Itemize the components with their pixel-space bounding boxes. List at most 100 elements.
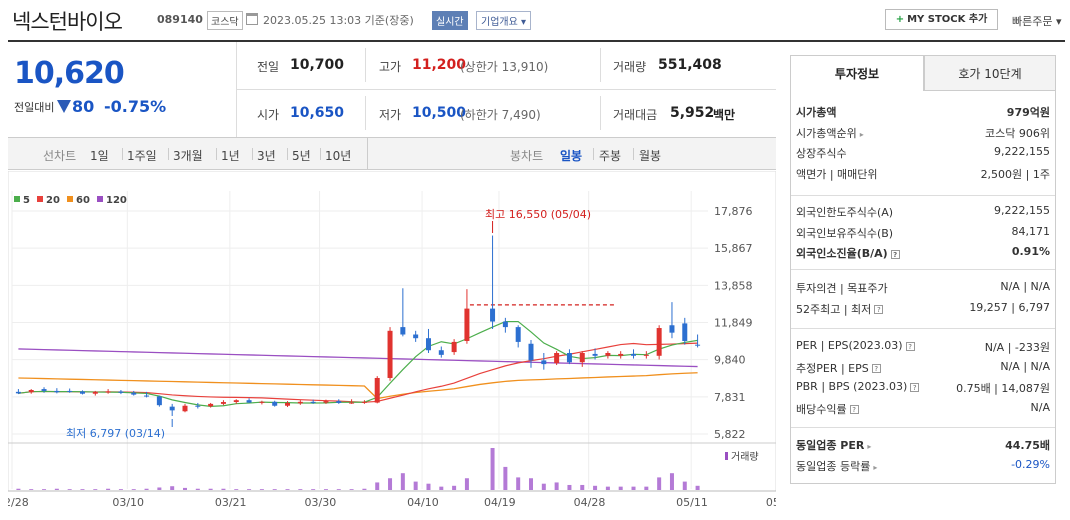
- volume-bar: [605, 486, 610, 490]
- y-tick-label: 9,840: [714, 354, 746, 367]
- period-1년[interactable]: 1년: [221, 147, 240, 164]
- help-icon[interactable]: ?: [890, 249, 900, 259]
- volume-bar: [29, 489, 34, 490]
- plus-icon: +: [895, 14, 905, 25]
- help-icon[interactable]: ?: [905, 341, 915, 351]
- help-icon[interactable]: ?: [910, 382, 920, 392]
- tab-order-book[interactable]: 호가 10단계: [924, 55, 1056, 91]
- volume-bar: [208, 488, 213, 490]
- volume-bar: [336, 489, 341, 490]
- candle-body: [246, 400, 252, 403]
- info-value: 9,222,155: [994, 145, 1050, 158]
- tab-investment-info[interactable]: 투자정보: [790, 55, 924, 91]
- open-label: 시가: [257, 108, 280, 122]
- period-3년[interactable]: 3년: [257, 147, 276, 164]
- volume-bar: [195, 488, 200, 490]
- period-separator: [320, 148, 321, 160]
- volume-bar: [323, 489, 328, 490]
- info-label: 액면가 | 매매단위: [796, 167, 878, 181]
- amount-unit: 백만: [713, 108, 736, 122]
- info-label: 시가총액순위 ▸: [796, 126, 864, 140]
- candle-body: [490, 308, 496, 322]
- candle-body: [631, 353, 637, 356]
- chevron-right-icon[interactable]: ▸: [873, 463, 877, 472]
- candle-body: [554, 353, 560, 364]
- info-value: 84,171: [1011, 224, 1051, 238]
- x-tick-label: 02/28: [8, 496, 29, 509]
- volume-bar: [657, 477, 662, 490]
- calendar-icon: [246, 13, 258, 25]
- candle-body: [374, 377, 380, 403]
- prev-label: 전일: [257, 60, 280, 74]
- candle-body: [297, 401, 303, 404]
- upper-limit: (상한가 13,910): [460, 60, 549, 74]
- help-icon[interactable]: ?: [849, 405, 859, 414]
- divider: [365, 96, 366, 130]
- volume-bar: [593, 485, 598, 490]
- info-label: 외국인소진율(B/A)?: [796, 245, 900, 261]
- volume-bar: [349, 489, 354, 490]
- chevron-right-icon[interactable]: ▸: [867, 442, 871, 451]
- volume-bar: [131, 489, 136, 490]
- info-value: 0.75배 | 14,087원: [956, 382, 1050, 395]
- company-info-button[interactable]: 기업개요 ▾: [476, 11, 531, 30]
- candle-body: [438, 350, 444, 355]
- candle-body: [695, 344, 701, 346]
- candle-body: [310, 401, 316, 403]
- high-label: 고가: [379, 60, 402, 74]
- period-separator: [168, 148, 169, 160]
- candle-body: [336, 401, 342, 403]
- candle-주봉[interactable]: 주봉: [599, 147, 621, 164]
- x-tick-label: 04/19: [484, 496, 516, 509]
- high-value: 11,200: [412, 57, 467, 73]
- candle-body: [682, 323, 688, 341]
- stock-name: 넥스턴바이오: [12, 10, 123, 34]
- volume-bar: [80, 489, 85, 490]
- realtime-badge[interactable]: 실시간: [432, 11, 468, 30]
- candle-body: [195, 405, 201, 407]
- volume-bar: [42, 489, 47, 490]
- volume-bar: [144, 488, 149, 490]
- market-badge: 코스닥: [207, 11, 243, 30]
- divider: [236, 89, 776, 90]
- candle-body: [361, 401, 367, 403]
- help-icon[interactable]: ?: [874, 305, 884, 314]
- period-10년[interactable]: 10년: [325, 147, 351, 164]
- candle-월봉[interactable]: 월봉: [639, 147, 661, 164]
- candle-body: [464, 308, 470, 341]
- mystock-add-button[interactable]: + MY STOCK 추가: [885, 9, 998, 30]
- quick-order-button[interactable]: 빠른주문 ▾: [1012, 13, 1062, 29]
- x-tick-label: 04/10: [407, 496, 439, 509]
- volume-bar: [541, 483, 546, 490]
- legend-swatch: [14, 196, 20, 202]
- candle-body: [656, 328, 662, 356]
- help-icon[interactable]: ?: [871, 364, 881, 373]
- mystock-label: MY STOCK 추가: [907, 14, 988, 25]
- prev-value: 10,700: [290, 57, 345, 73]
- candle-body: [669, 325, 675, 333]
- chevron-right-icon[interactable]: ▸: [860, 130, 864, 139]
- stock-chart[interactable]: 17,876 15,867 13,858 11,849 9,840 7,831 5,822 0…: [8, 171, 776, 520]
- volume-bar: [247, 489, 252, 490]
- down-arrow-icon: [57, 100, 71, 113]
- volume-bar: [644, 486, 649, 490]
- period-1일[interactable]: 1일: [90, 147, 109, 164]
- candle-body: [387, 330, 393, 378]
- period-5년[interactable]: 5년: [292, 147, 311, 164]
- volume-bar: [106, 488, 111, 490]
- period-1주일[interactable]: 1주일: [127, 147, 157, 164]
- current-price: 10,620: [14, 56, 125, 91]
- volume-label: 거래량: [731, 451, 759, 463]
- info-value: N/A | N/A: [1000, 359, 1050, 373]
- info-value: 979억원: [1006, 106, 1050, 119]
- period-3개월[interactable]: 3개월: [173, 147, 203, 164]
- info-value: -0.29%: [1011, 457, 1050, 471]
- panel-divider: [791, 328, 1055, 329]
- period-separator: [633, 148, 634, 160]
- info-value: 9,222,155: [994, 204, 1050, 217]
- legend-swatch: [37, 196, 43, 202]
- volume-bar: [695, 485, 700, 490]
- candle-일봉[interactable]: 일봉: [560, 147, 582, 164]
- y-tick-label: 11,849: [714, 317, 753, 330]
- volume-bar: [285, 489, 290, 490]
